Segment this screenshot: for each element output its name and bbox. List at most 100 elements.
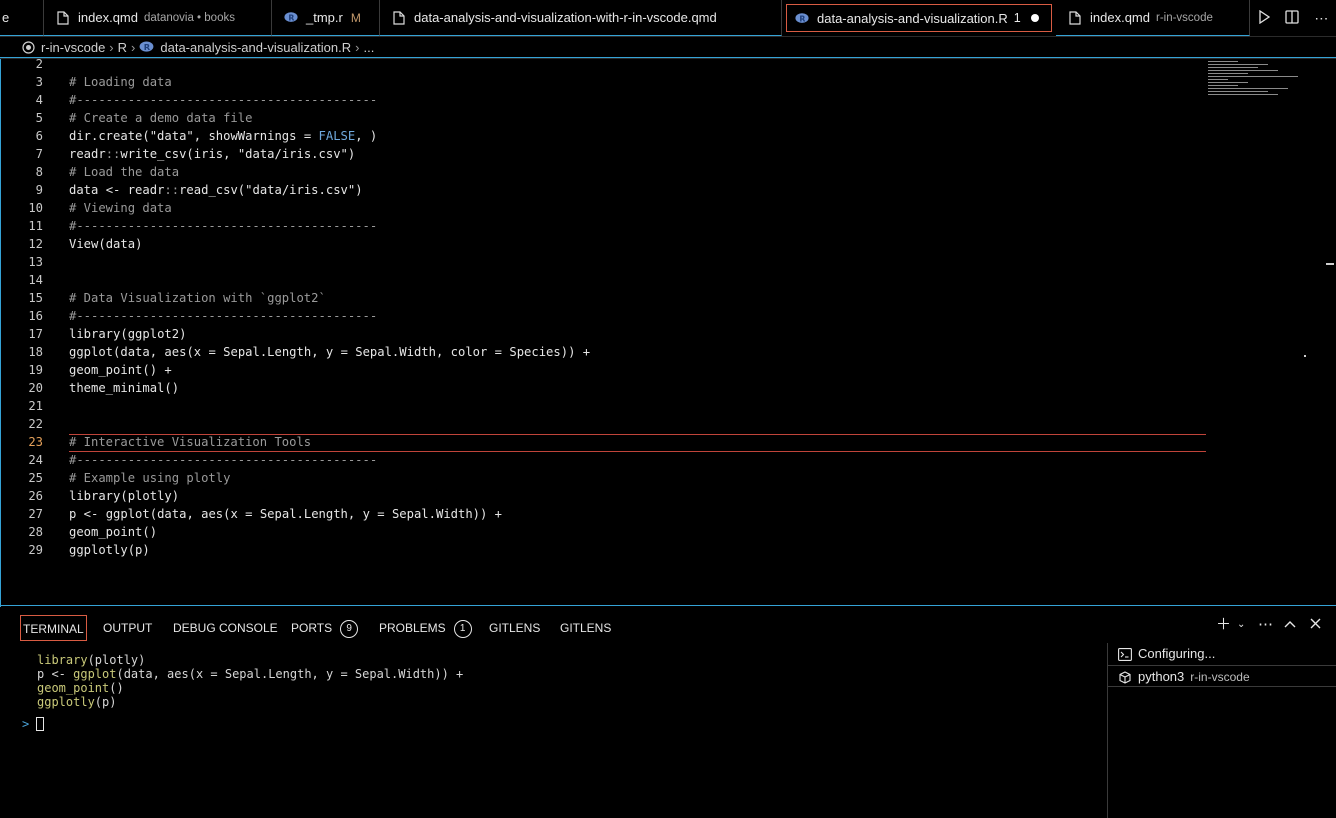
line-number: 20 [28, 381, 43, 395]
line-number: 9 [35, 183, 43, 197]
line-text: View(data) [69, 237, 143, 251]
file-icon [392, 10, 406, 25]
tab-data-analysis-qmd[interactable]: data-analysis-and-visualization-with-r-i… [380, 0, 782, 36]
file-icon [1068, 10, 1082, 25]
tab-index-qmd-books[interactable]: index.qmd datanovia • books [44, 0, 272, 36]
tab-output[interactable]: OUTPUT [101, 615, 154, 641]
tab-tmp-r[interactable]: R _tmp.r M [272, 0, 380, 36]
scrollbar-marker [1304, 355, 1306, 357]
line-number: 16 [28, 309, 43, 323]
terminal-list-item-python3[interactable]: python3 r-in-vscode [1108, 665, 1336, 687]
line-number: 8 [35, 165, 43, 179]
line-text: data <- readr::read_csv("data/iris.csv") [69, 183, 363, 197]
line-number: 21 [28, 399, 43, 413]
line-text: readr::write_csv(iris, "data/iris.csv") [69, 147, 356, 161]
tab-data-analysis-r-active[interactable]: R data-analysis-and-visualization.R 1 [786, 4, 1052, 32]
editor-tab-bar: e index.qmd datanovia • books R _tmp.r M… [0, 0, 1336, 37]
terminal-cursor[interactable] [36, 717, 44, 731]
ports-count-badge: 9 [340, 619, 359, 638]
terminal-output[interactable]: library(plotly) p <- ggplot(data, aes(x … [0, 643, 1108, 818]
maximize-panel-icon[interactable] [1284, 615, 1296, 635]
breadcrumb: r-in-vscode › R › R data-analysis-and-vi… [0, 37, 1336, 58]
breadcrumb-file[interactable]: data-analysis-and-visualization.R [160, 40, 351, 55]
file-icon [56, 10, 70, 25]
line-text: # Example using plotly [69, 471, 231, 485]
line-text: p <- ggplot(data, aes(x = Sepal.Length, … [69, 507, 503, 521]
bottom-panel: TERMINAL OUTPUT DEBUG CONSOLE PORTS 9 PRO… [0, 607, 1336, 818]
line-text: theme_minimal() [69, 381, 180, 395]
line-number: 2 [35, 57, 43, 71]
line-text: # Viewing data [69, 201, 172, 215]
line-number: 7 [35, 147, 43, 161]
breadcrumb-more[interactable]: ... [363, 40, 374, 55]
line-number: 3 [35, 75, 43, 89]
target-icon [22, 40, 35, 54]
close-panel-icon[interactable] [1310, 615, 1321, 635]
terminal-list: Configuring... python3 r-in-vscode [1108, 643, 1336, 818]
svg-text:R: R [288, 14, 294, 23]
terminal-prompt: > [22, 717, 30, 731]
terminal-line: geom_point() [37, 681, 124, 695]
line-number: 14 [28, 273, 43, 287]
r-language-icon: R [284, 11, 298, 25]
tab-terminal[interactable]: TERMINAL [20, 615, 87, 641]
r-language-icon: R [139, 41, 154, 53]
line-number: 15 [28, 291, 43, 305]
tab-index-qmd-r-in-vscode[interactable]: index.qmd r-in-vscode [1056, 0, 1250, 36]
line-text: # Loading data [69, 75, 172, 89]
more-actions-icon[interactable]: ⋯ [1314, 10, 1328, 27]
line-text: # Data Visualization with `ggplot2` [69, 291, 326, 305]
terminal-icon [1118, 647, 1132, 661]
tab-problems[interactable]: PROBLEMS 1 [377, 615, 474, 641]
line-text: #---------------------------------------… [69, 309, 378, 323]
line-number: 27 [28, 507, 43, 521]
line-text: #---------------------------------------… [69, 93, 378, 107]
new-terminal-plus-icon[interactable]: ＋ [1216, 615, 1231, 635]
code-editor[interactable]: 2 3 # Loading data 4 #----------------------… [0, 57, 1336, 607]
line-number: 11 [28, 219, 43, 233]
breadcrumb-folder[interactable]: r-in-vscode [41, 40, 105, 55]
chevron-right-icon: › [109, 39, 114, 55]
tab-ports[interactable]: PORTS 9 [289, 615, 360, 641]
breadcrumb-subfolder[interactable]: R [118, 40, 127, 55]
tab-debug-console[interactable]: DEBUG CONSOLE [171, 615, 280, 641]
svg-text:R: R [144, 42, 151, 52]
minimap[interactable] [1208, 59, 1326, 119]
more-actions-icon[interactable]: ⋯ [1258, 615, 1273, 635]
terminal-line: p <- ggplot(data, aes(x = Sepal.Length, … [37, 667, 464, 681]
panel-tab-bar: TERMINAL OUTPUT DEBUG CONSOLE PORTS 9 PRO… [0, 607, 1336, 643]
line-number: 4 [35, 93, 43, 107]
line-number: 25 [28, 471, 43, 485]
line-text: library(plotly) [69, 489, 180, 503]
line-text: ggplot(data, aes(x = Sepal.Length, y = S… [69, 345, 591, 359]
run-icon[interactable] [1258, 9, 1270, 27]
line-number: 13 [28, 255, 43, 269]
scrollbar-marker [1326, 263, 1334, 265]
chevron-right-icon: › [355, 39, 360, 55]
line-number: 28 [28, 525, 43, 539]
tab-partial[interactable]: e [0, 0, 44, 36]
line-number: 24 [28, 453, 43, 467]
cube-icon [1118, 670, 1132, 684]
split-editor-icon[interactable] [1285, 9, 1299, 27]
line-number: 23 [28, 435, 43, 449]
line-text: # Interactive Visualization Tools [69, 435, 312, 449]
line-text: library(ggplot2) [69, 327, 187, 341]
chevron-right-icon: › [131, 39, 136, 55]
problems-count-badge: 1 [453, 619, 472, 638]
chevron-down-icon[interactable]: ⌄ [1237, 615, 1245, 635]
svg-text:R: R [799, 14, 805, 23]
line-number: 5 [35, 111, 43, 125]
terminal-line: library(plotly) [37, 653, 146, 667]
line-text: #---------------------------------------… [69, 219, 378, 233]
tab-gitlens-2[interactable]: GITLENS [558, 615, 613, 641]
line-text: # Load the data [69, 165, 180, 179]
line-text: geom_point() [69, 525, 158, 539]
editor-actions: ⋯ [1250, 0, 1336, 36]
unsaved-dot-icon[interactable] [1030, 14, 1039, 22]
line-text: ggplotly(p) [69, 543, 150, 557]
line-text: dir.create("data", showWarnings = FALSE,… [69, 129, 378, 143]
line-number: 18 [28, 345, 43, 359]
terminal-list-item-configuring[interactable]: Configuring... [1108, 643, 1336, 665]
tab-gitlens[interactable]: GITLENS [487, 615, 542, 641]
